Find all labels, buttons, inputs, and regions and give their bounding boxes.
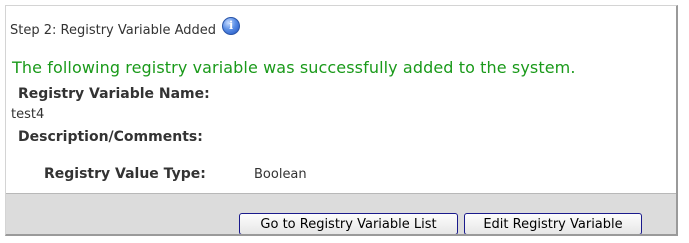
registry-value-type-value: Boolean	[254, 167, 307, 182]
go-to-registry-variable-list-button[interactable]: Go to Registry Variable List	[239, 213, 458, 234]
registry-variable-name-value: test4	[11, 107, 45, 122]
edit-registry-variable-button[interactable]: Edit Registry Variable	[464, 213, 642, 234]
info-icon[interactable]: i	[222, 17, 241, 35]
registry-variable-name-label: Registry Variable Name:	[18, 86, 210, 102]
step-title: Step 2: Registry Variable Added	[10, 22, 217, 38]
registry-variable-added-panel: Step 2: Registry Variable Added i The fo…	[5, 5, 678, 236]
button-bar: Go to Registry Variable List Edit Regist…	[6, 193, 676, 234]
description-comments-label: Description/Comments:	[18, 129, 203, 145]
success-message: The following registry variable was succ…	[12, 58, 576, 77]
registry-value-type-label: Registry Value Type:	[44, 166, 206, 182]
step-header: Step 2: Registry Variable Added i	[10, 17, 241, 39]
